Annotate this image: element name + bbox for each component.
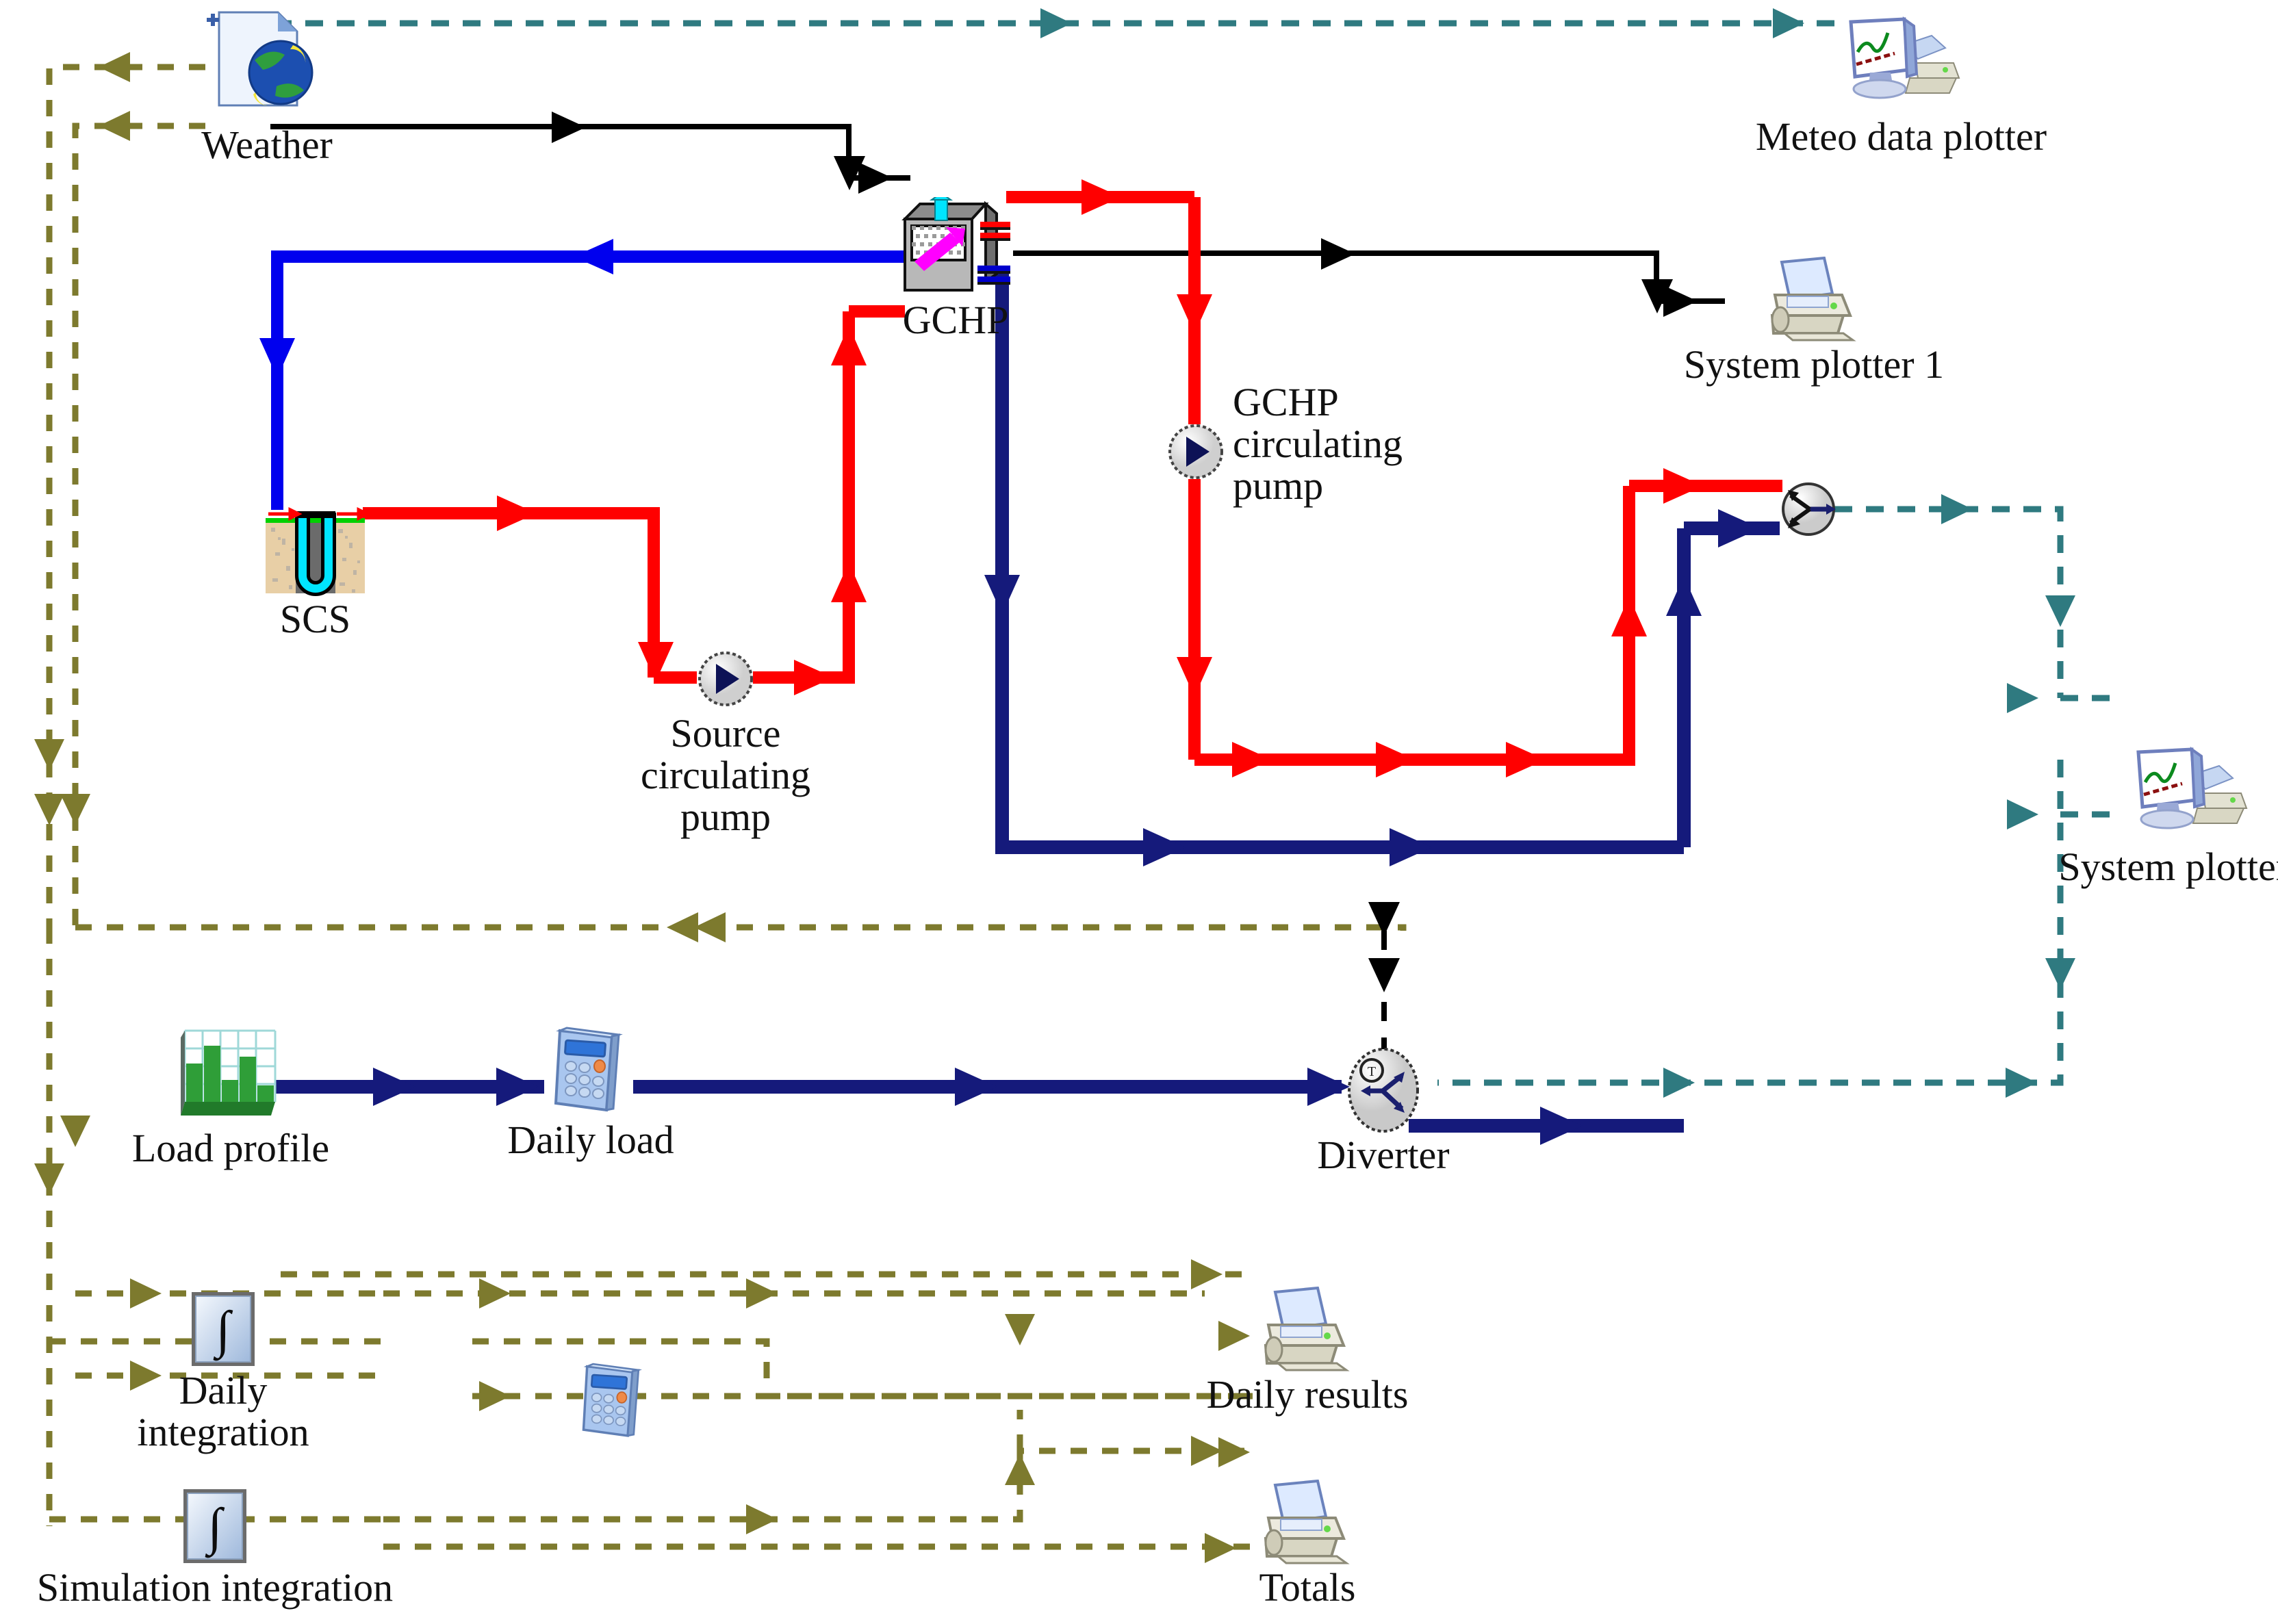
- black-arrowheads: [552, 112, 1698, 317]
- bar-chart-icon: [181, 1029, 277, 1116]
- pump-icon: [1168, 424, 1223, 479]
- diagram-canvas: Weather GCHP SCS Source circulating pump…: [0, 0, 2278, 1624]
- node-scs[interactable]: SCS: [266, 503, 365, 640]
- node-gchp-circulating-pump[interactable]: GCHP circulating pump: [1167, 381, 1403, 506]
- printer-icon: [1264, 1480, 1350, 1564]
- node-diverter[interactable]: T Diverter: [1317, 1047, 1450, 1176]
- node-mixer[interactable]: [1780, 480, 1837, 538]
- connections-layer: [34, 8, 2122, 1563]
- weather-file-globe-icon: [207, 11, 313, 107]
- pump-icon: [698, 652, 753, 706]
- node-meteo-data-plotter[interactable]: Meteo data plotter: [1756, 12, 2047, 157]
- node-label-daily-integration: Daily integration: [137, 1368, 309, 1454]
- hot-fluid-pipes: [363, 191, 1782, 766]
- tee-mixer-icon: [1782, 482, 1836, 536]
- node-label-diverter: Diverter: [1317, 1133, 1450, 1177]
- integrator-icon: ∫: [192, 1292, 255, 1366]
- load-side-pipes: [274, 274, 1780, 1133]
- node-label-system-plotter-2: System plotter 2: [2058, 845, 2278, 889]
- node-label-simulation-integration: Simulation integration: [36, 1565, 394, 1610]
- node-label-daily-results: Daily results: [1206, 1372, 1409, 1417]
- diverter-valve-icon: T: [1348, 1048, 1419, 1133]
- online-plotter-icon: [1849, 16, 1960, 99]
- cold-source-pipes: [271, 250, 904, 510]
- node-daily-load[interactable]: Daily load: [507, 1027, 674, 1161]
- hot-pipe-arrowheads: [497, 179, 1703, 777]
- printer-icon: [1770, 257, 1856, 341]
- svg-text:T: T: [1368, 1064, 1376, 1079]
- node-label-gchp-circulating-pump: GCHP circulating pump: [1233, 380, 1403, 508]
- node-label-load-profile: Load profile: [131, 1126, 330, 1170]
- node-system-plotter-2[interactable]: System plotter 2: [2058, 743, 2278, 888]
- heat-pump-icon: [901, 197, 1010, 292]
- node-totals[interactable]: Totals: [1259, 1480, 1355, 1608]
- node-label-daily-load: Daily load: [507, 1118, 674, 1162]
- svg-text:∫: ∫: [214, 1301, 233, 1361]
- node-weather[interactable]: Weather: [201, 7, 333, 166]
- node-label-meteo-data-plotter: Meteo data plotter: [1755, 114, 2047, 159]
- node-gchp[interactable]: GCHP: [901, 197, 1010, 341]
- node-simulation-integration[interactable]: ∫ Simulation integration: [37, 1486, 393, 1608]
- printer-icon: [1264, 1287, 1350, 1371]
- node-system-plotter-1[interactable]: System plotter 1: [1684, 257, 1944, 385]
- node-mid-calculator[interactable]: [576, 1362, 652, 1443]
- node-label-scs: SCS: [279, 597, 351, 641]
- node-source-circulating-pump[interactable]: Source circulating pump: [641, 650, 810, 838]
- node-daily-results[interactable]: Daily results: [1207, 1287, 1408, 1415]
- node-daily-integration[interactable]: ∫ Daily integration: [137, 1289, 309, 1453]
- node-load-profile[interactable]: Load profile: [132, 1027, 329, 1169]
- calculator-icon: [582, 1363, 642, 1437]
- integrator-icon: ∫: [183, 1489, 246, 1563]
- borehole-ground-loop-icon: [266, 506, 365, 596]
- node-label-gchp: GCHP: [902, 298, 1009, 342]
- node-label-weather: Weather: [201, 123, 333, 167]
- online-plotter-icon: [2136, 746, 2248, 829]
- calculator-icon: [554, 1027, 623, 1112]
- node-label-totals: Totals: [1259, 1565, 1356, 1610]
- node-label-source-circulating-pump: Source circulating pump: [640, 711, 810, 839]
- svg-text:∫: ∫: [205, 1498, 225, 1558]
- node-label-system-plotter-1: System plotter 1: [1683, 342, 1945, 387]
